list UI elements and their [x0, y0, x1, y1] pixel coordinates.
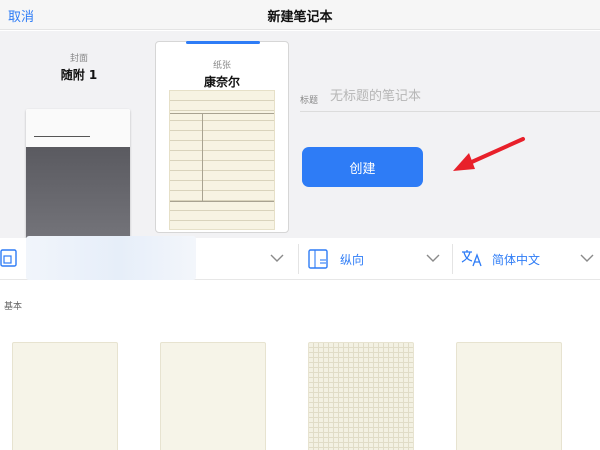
nav-bar: 取消 新建笔记本 — [0, 0, 600, 30]
page-title: 新建笔记本 — [267, 10, 333, 25]
language-selector[interactable]: 简体中文 — [492, 251, 540, 268]
cover-body — [26, 147, 130, 243]
paper-caption: 纸张 — [212, 61, 231, 71]
cornell-header-line — [170, 113, 274, 114]
paper-preview[interactable] — [169, 90, 275, 230]
translate-icon[interactable] — [460, 248, 484, 268]
orientation-selector[interactable]: 纵向 — [340, 251, 364, 268]
options-bar: 纵向 简体中文 — [0, 236, 600, 280]
options-divider — [452, 244, 453, 274]
paper-template-plain[interactable] — [12, 342, 118, 450]
paper-name: 康奈尔 — [203, 75, 240, 89]
paper-template-plain[interactable] — [456, 342, 562, 450]
page-size-icon[interactable] — [0, 248, 18, 268]
paper-template-grid[interactable] — [308, 342, 414, 450]
options-divider — [298, 244, 299, 274]
annotation-arrow-icon — [453, 137, 525, 171]
title-underline — [300, 111, 600, 112]
title-input[interactable] — [330, 85, 590, 107]
cover-picker[interactable]: 封面 随附 1 — [24, 51, 134, 243]
page-size-selector[interactable] — [26, 236, 196, 280]
chevron-down-icon[interactable] — [270, 254, 284, 263]
title-label: 标题 — [300, 96, 319, 106]
cover-name: 随附 1 — [60, 68, 98, 82]
create-button[interactable]: 创建 — [302, 147, 423, 187]
orientation-icon[interactable] — [306, 248, 332, 270]
paper-template-plain[interactable] — [160, 342, 266, 450]
section-label: 基本 — [4, 302, 23, 312]
cornell-cue-column-line — [202, 113, 203, 201]
cover-label-line — [34, 136, 90, 137]
cover-label-area — [26, 109, 130, 147]
paper-picker[interactable]: 纸张 康奈尔 — [155, 41, 289, 233]
notebook-setup-panel: 封面 随附 1 纸张 康奈尔 标题 创建 — [0, 31, 600, 243]
cover-caption: 封面 — [69, 54, 88, 64]
selected-indicator — [186, 41, 260, 44]
cover-preview[interactable] — [26, 109, 130, 243]
chevron-down-icon[interactable] — [426, 254, 440, 263]
cornell-summary-line — [170, 201, 274, 202]
chevron-down-icon[interactable] — [580, 254, 594, 263]
